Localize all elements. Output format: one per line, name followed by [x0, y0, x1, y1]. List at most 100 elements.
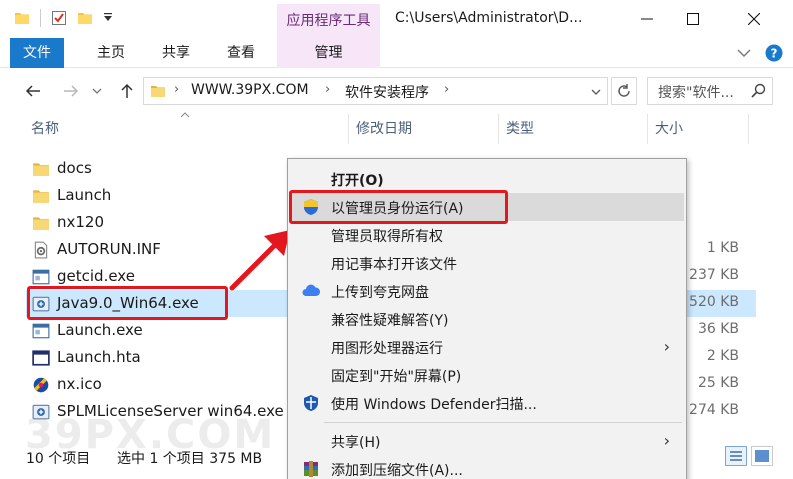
cloud-icon: [302, 284, 320, 296]
forward-button[interactable]: [60, 80, 82, 102]
breadcrumb-segment[interactable]: WWW.39PX.COM: [191, 82, 309, 98]
qat-dropdown-icon[interactable]: [103, 13, 113, 23]
menu-item-label: 打开(O): [331, 173, 384, 189]
column-divider[interactable]: [348, 114, 349, 144]
status-item-count: 10 个项目: [26, 451, 91, 467]
up-arrow-icon: [121, 83, 133, 98]
exe-icon: [32, 323, 50, 339]
refresh-button[interactable]: [611, 77, 637, 105]
close-icon: [748, 13, 760, 25]
tab-share[interactable]: 共享: [149, 38, 203, 68]
column-header-type[interactable]: 类型: [506, 114, 534, 144]
file-name: Launch: [57, 186, 112, 204]
column-divider[interactable]: [498, 114, 499, 144]
chevron-right-icon[interactable]: ›: [444, 82, 449, 97]
tab-file[interactable]: 文件: [10, 38, 64, 68]
menu-item-upload-quark[interactable]: 上传到夸克网盘: [290, 277, 684, 305]
minimize-icon: [641, 18, 653, 20]
menu-separator: [324, 422, 682, 423]
file-name: docs: [57, 159, 92, 177]
svg-text:?: ?: [771, 47, 778, 61]
close-button[interactable]: [731, 0, 777, 38]
breadcrumb-segment[interactable]: 软件安装程序: [345, 82, 429, 102]
folder-icon[interactable]: [14, 10, 30, 26]
search-box[interactable]: 搜索"软件...: [647, 77, 773, 105]
exe-icon: [32, 269, 50, 285]
minimize-button[interactable]: [624, 0, 670, 38]
chevron-down-icon[interactable]: [591, 88, 601, 96]
ribbon-tabs: 文件 主页 共享 查看 管理 ?: [0, 38, 793, 68]
properties-check-icon[interactable]: [51, 10, 67, 26]
menu-item-label: 用记事本打开该文件: [331, 257, 457, 273]
back-button[interactable]: [22, 80, 44, 102]
tab-home[interactable]: 主页: [84, 38, 138, 68]
folder-icon: [33, 190, 49, 203]
column-divider[interactable]: [748, 114, 749, 144]
file-name: getcid.exe: [57, 267, 135, 285]
menu-item-label: 固定到"开始"屏幕(P): [331, 369, 462, 385]
menu-item-label: 使用 Windows Defender扫描...: [331, 397, 537, 413]
menu-item-compatibility[interactable]: 兼容性疑难解答(Y): [290, 305, 684, 333]
navigation-bar: › WWW.39PX.COM › 软件安装程序 › 搜索"软件...: [0, 74, 793, 108]
menu-item-label: 上传到夸克网盘: [331, 285, 429, 301]
file-size: 274 KB: [689, 402, 739, 418]
folder-icon: [33, 217, 49, 230]
file-name: nx120: [57, 213, 105, 231]
menu-item-defender-scan[interactable]: 使用 Windows Defender扫描...: [290, 389, 684, 417]
file-name: nx.ico: [57, 375, 102, 393]
back-arrow-icon: [25, 85, 40, 97]
up-button[interactable]: [116, 80, 138, 102]
maximize-icon: [687, 13, 699, 25]
folder-icon: [33, 163, 49, 176]
file-highlight-box: [27, 286, 228, 320]
file-size: 36 KB: [697, 321, 739, 337]
details-view-icon: [730, 451, 742, 461]
file-size: 25 KB: [697, 375, 739, 391]
hta-icon: [32, 350, 50, 366]
window-title: C:\Users\Administrator\D...: [395, 10, 583, 26]
ribbon-controls: ?: [737, 44, 783, 62]
folder-icon: [151, 86, 165, 97]
view-toggle: [725, 446, 773, 466]
sort-ascending-icon: [180, 112, 190, 118]
search-icon: [751, 83, 766, 98]
search-placeholder: 搜索"软件...: [658, 85, 734, 101]
address-bar[interactable]: › WWW.39PX.COM › 软件安装程序 ›: [143, 77, 608, 105]
column-header-date[interactable]: 修改日期: [356, 114, 412, 144]
file-size: 1 KB: [706, 240, 739, 256]
menu-item-open-with-notepad[interactable]: 用记事本打开该文件: [290, 249, 684, 277]
defender-icon: [304, 395, 318, 411]
menu-highlight-box: [289, 190, 508, 224]
new-folder-icon[interactable]: [77, 10, 93, 26]
menu-item-open[interactable]: 打开(O): [290, 165, 684, 193]
menu-item-label: 用图形处理器运行: [331, 341, 443, 357]
recent-locations-button[interactable]: [90, 80, 104, 102]
help-icon[interactable]: ?: [765, 44, 783, 62]
forward-arrow-icon: [64, 85, 79, 97]
tab-manage[interactable]: 管理: [277, 38, 380, 68]
large-icons-view-button[interactable]: [751, 446, 773, 466]
file-name: Launch.hta: [57, 348, 141, 366]
menu-item-take-ownership[interactable]: 管理员取得所有权: [290, 221, 684, 249]
maximize-button[interactable]: [670, 0, 716, 38]
status-bar: 10 个项目 选中 1 个项目 375 MB: [0, 446, 793, 470]
menu-item-label: 管理员取得所有权: [331, 229, 443, 245]
chevron-right-icon[interactable]: ›: [174, 82, 179, 97]
title-bar: 应用程序工具 C:\Users\Administrator\D...: [0, 0, 793, 38]
column-divider[interactable]: [647, 114, 648, 144]
menu-item-run-with-gpu[interactable]: 用图形处理器运行 ›: [290, 333, 684, 361]
nx-icon: [33, 377, 49, 393]
details-view-button[interactable]: [725, 446, 747, 466]
refresh-icon: [618, 84, 630, 97]
column-header-name[interactable]: 名称: [31, 114, 59, 144]
quick-access-toolbar: [14, 9, 113, 27]
tab-view[interactable]: 查看: [214, 38, 268, 68]
expand-ribbon-icon[interactable]: [737, 48, 751, 58]
column-header-size[interactable]: 大小: [655, 114, 683, 144]
menu-item-pin-to-start[interactable]: 固定到"开始"屏幕(P): [290, 361, 684, 389]
chevron-right-icon[interactable]: ›: [325, 82, 330, 97]
status-selection: 选中 1 个项目 375 MB: [117, 451, 263, 467]
file-name: AUTORUN.INF: [57, 240, 161, 258]
submenu-arrow-icon: ›: [663, 337, 670, 356]
chevron-down-icon: [92, 88, 102, 94]
